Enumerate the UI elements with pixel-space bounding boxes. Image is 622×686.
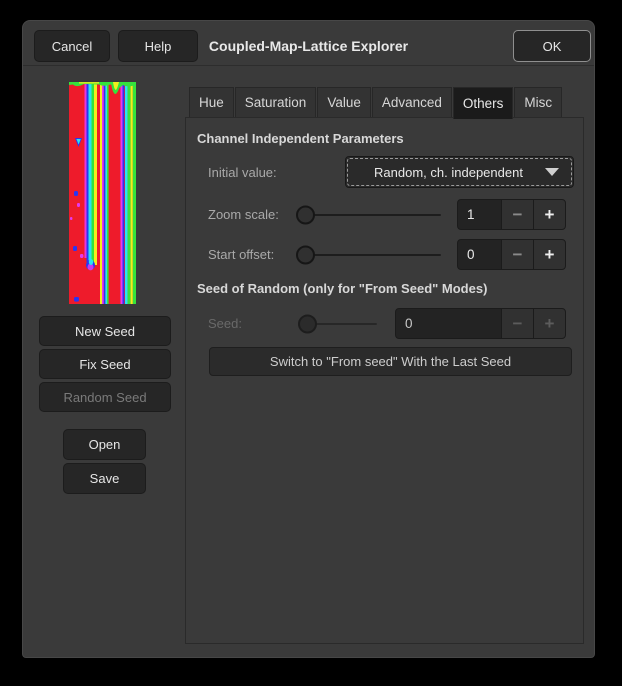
save-button[interactable]: Save xyxy=(63,463,146,494)
seed-label: Seed: xyxy=(208,308,242,339)
tab-advanced[interactable]: Advanced xyxy=(372,87,452,117)
tab-misc[interactable]: Misc xyxy=(514,87,562,117)
start-offset-spinner: 0 − + xyxy=(457,239,566,270)
zoom-scale-row: Zoom scale: 1 − + xyxy=(186,199,583,230)
chevron-down-icon xyxy=(545,168,559,176)
initial-value-label: Initial value: xyxy=(208,156,277,188)
initial-value-row: Initial value: Random, ch. independent xyxy=(186,156,583,188)
slider-handle[interactable] xyxy=(296,206,315,225)
start-offset-input[interactable]: 0 xyxy=(457,239,502,270)
minus-icon[interactable]: − xyxy=(501,239,534,270)
minus-icon[interactable]: − xyxy=(501,199,534,230)
start-offset-row: Start offset: 0 − + xyxy=(186,239,583,270)
start-offset-label: Start offset: xyxy=(208,239,274,270)
new-seed-button[interactable]: New Seed xyxy=(39,316,171,346)
zoom-scale-input[interactable]: 1 xyxy=(457,199,502,230)
dialog-header: Cancel Help Coupled-Map-Lattice Explorer… xyxy=(23,21,594,66)
plus-icon[interactable]: + xyxy=(533,199,566,230)
slider-handle xyxy=(298,315,317,334)
screen: Cancel Help Coupled-Map-Lattice Explorer… xyxy=(0,0,622,686)
tab-value[interactable]: Value xyxy=(317,87,371,117)
cml-explorer-dialog: Cancel Help Coupled-Map-Lattice Explorer… xyxy=(22,20,595,658)
tab-strip: Hue Saturation Value Advanced Others Mis… xyxy=(189,87,563,117)
zoom-scale-label: Zoom scale: xyxy=(208,199,279,230)
random-seed-button: Random Seed xyxy=(39,382,171,412)
initial-value-selected: Random, ch. independent xyxy=(374,165,523,180)
dialog-title: Coupled-Map-Lattice Explorer xyxy=(209,30,408,62)
help-button[interactable]: Help xyxy=(118,30,198,62)
tab-saturation[interactable]: Saturation xyxy=(235,87,317,117)
initial-value-dropdown[interactable]: Random, ch. independent xyxy=(345,156,574,188)
seed-slider xyxy=(298,308,377,340)
ok-button[interactable]: OK xyxy=(513,30,591,62)
plus-icon[interactable]: + xyxy=(533,239,566,270)
section-title-seed-of-random: Seed of Random (only for "From Seed" Mod… xyxy=(197,281,487,296)
plus-icon: + xyxy=(533,308,566,339)
tab-hue[interactable]: Hue xyxy=(189,87,234,117)
minus-icon: − xyxy=(501,308,534,339)
slider-track xyxy=(307,323,377,325)
start-offset-slider[interactable] xyxy=(296,239,441,271)
section-title-channel-independent: Channel Independent Parameters xyxy=(197,131,404,146)
preview-image xyxy=(69,82,136,304)
tab-others[interactable]: Others xyxy=(453,87,514,119)
slider-handle[interactable] xyxy=(296,246,315,265)
seed-row: Seed: 0 − + xyxy=(186,308,583,339)
zoom-scale-slider[interactable] xyxy=(296,199,441,231)
seed-input: 0 xyxy=(395,308,502,339)
cancel-button[interactable]: Cancel xyxy=(34,30,110,62)
others-tab-panel: Channel Independent Parameters Initial v… xyxy=(185,117,584,644)
zoom-scale-spinner: 1 − + xyxy=(457,199,566,230)
slider-track xyxy=(305,254,441,256)
open-button[interactable]: Open xyxy=(63,429,146,460)
seed-spinner: 0 − + xyxy=(395,308,566,339)
switch-to-from-seed-button[interactable]: Switch to "From seed" With the Last Seed xyxy=(209,347,572,376)
slider-track xyxy=(305,214,441,216)
fix-seed-button[interactable]: Fix Seed xyxy=(39,349,171,379)
